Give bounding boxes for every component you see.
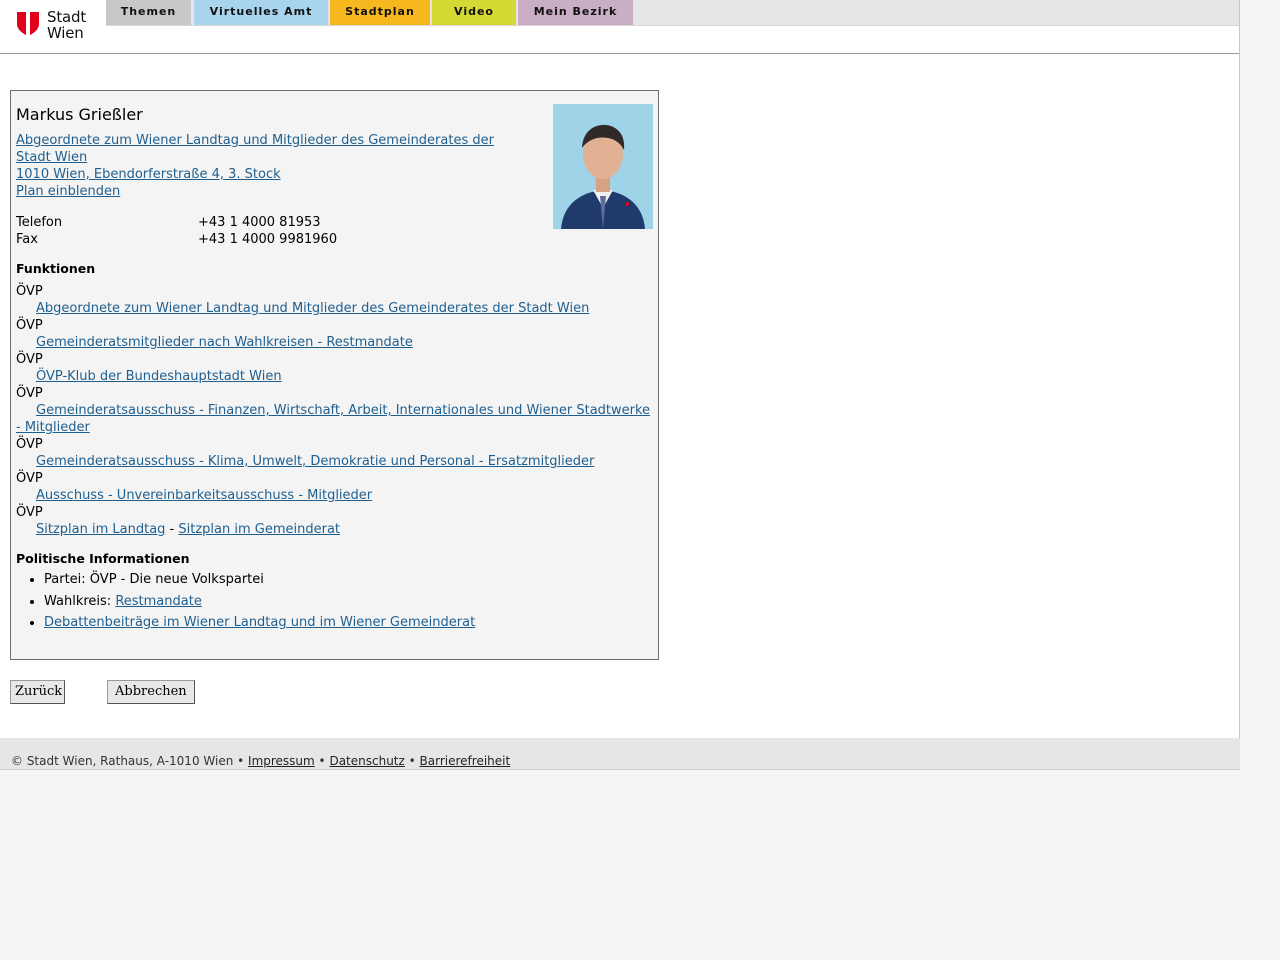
main-navigation: Themen Virtuelles Amt Stadtplan Video Me…: [106, 0, 1239, 26]
cancel-button[interactable]: Abbrechen: [107, 680, 195, 704]
partei-value: ÖVP - Die neue Volkspartei: [89, 572, 264, 587]
function-party: ÖVP: [16, 471, 43, 486]
tab-video[interactable]: Video: [432, 0, 516, 25]
list-item-debatten: Debattenbeiträge im Wiener Landtag und i…: [44, 612, 616, 634]
telefon-value: +43 1 4000 81953: [198, 215, 321, 230]
copyright-text: © Stadt Wien, Rathaus, A-1010 Wien: [11, 754, 234, 768]
sitzplan-landtag-link[interactable]: Sitzplan im Landtag: [36, 522, 165, 537]
list-item-wahlkreis: Wahlkreis: Restmandate: [44, 591, 616, 613]
barrierefreiheit-link[interactable]: Barrierefreiheit: [420, 754, 511, 768]
person-detail-box: Markus Grießler Abgeordnete zum Wiener L…: [10, 90, 659, 660]
political-info-list: Partei: ÖVP - Die neue Volkspartei Wahlk…: [16, 569, 616, 634]
stadt-wien-logo[interactable]: Stadt Wien: [16, 9, 96, 43]
function-link[interactable]: ÖVP-Klub der Bundeshauptstadt Wien: [36, 369, 282, 384]
footer-separator: •: [314, 754, 330, 768]
footer-separator: •: [404, 754, 420, 768]
sitzplan-separator: -: [165, 522, 179, 537]
wahlkreis-link[interactable]: Restmandate: [115, 594, 202, 609]
wien-shield-icon: [17, 12, 39, 35]
site-footer: © Stadt Wien, Rathaus, A-1010 Wien • Imp…: [0, 738, 1240, 770]
site-header: Stadt Wien Themen Virtuelles Amt Stadtpl…: [0, 0, 1239, 54]
impressum-link[interactable]: Impressum: [248, 754, 315, 768]
footer-separator: •: [233, 754, 249, 768]
tab-themen[interactable]: Themen: [106, 0, 191, 25]
person-name: Markus Grießler: [16, 105, 143, 124]
tab-mein-bezirk[interactable]: Mein Bezirk: [518, 0, 633, 25]
footer-text: © Stadt Wien, Rathaus, A-1010 Wien • Imp…: [11, 754, 510, 768]
functions-list: ÖVP Abgeordnete zum Wiener Landtag und M…: [16, 283, 656, 538]
logo-line-2: Wien: [47, 24, 84, 42]
function-link[interactable]: Ausschuss - Unvereinbarkeitsausschuss - …: [36, 488, 372, 503]
function-party: ÖVP: [16, 284, 43, 299]
function-link[interactable]: Gemeinderatsmitglieder nach Wahlkreisen …: [36, 335, 413, 350]
function-party: ÖVP: [16, 386, 43, 401]
person-photo: [553, 104, 653, 229]
sitzplan-gemeinderat-link[interactable]: Sitzplan im Gemeinderat: [178, 522, 340, 537]
debatten-link[interactable]: Debattenbeiträge im Wiener Landtag und i…: [44, 615, 475, 630]
function-link[interactable]: Gemeinderatsausschuss - Klima, Umwelt, D…: [36, 454, 594, 469]
wahlkreis-label: Wahlkreis:: [44, 593, 116, 609]
function-link[interactable]: Gemeinderatsausschuss - Finanzen, Wirtsc…: [16, 403, 650, 435]
sitzplan-links: Sitzplan im Landtag - Sitzplan im Gemein…: [16, 521, 656, 538]
function-link[interactable]: Abgeordnete zum Wiener Landtag und Mitgl…: [36, 301, 589, 316]
datenschutz-link[interactable]: Datenschutz: [329, 754, 404, 768]
tab-stadtplan[interactable]: Stadtplan: [330, 0, 430, 25]
funktionen-heading: Funktionen: [16, 261, 96, 276]
logo-line-1: Stadt: [47, 8, 86, 26]
person-address-block: Abgeordnete zum Wiener Landtag und Mitgl…: [16, 132, 526, 200]
politische-informationen-heading: Politische Informationen: [16, 551, 190, 566]
function-party: ÖVP: [16, 437, 43, 452]
logo-text: Stadt Wien: [47, 9, 86, 41]
list-item-partei: Partei: ÖVP - Die neue Volkspartei: [44, 569, 616, 591]
fax-value: +43 1 4000 9981960: [198, 232, 338, 247]
partei-label: Partei:: [44, 572, 90, 587]
function-party: ÖVP: [16, 352, 43, 367]
fax-label: Fax: [16, 232, 38, 247]
back-button[interactable]: Zurück: [10, 680, 65, 704]
telefon-label: Telefon: [16, 215, 63, 230]
function-party: ÖVP: [16, 505, 43, 520]
role-link[interactable]: Abgeordnete zum Wiener Landtag und Mitgl…: [16, 133, 494, 165]
tab-virtuelles-amt[interactable]: Virtuelles Amt: [194, 0, 328, 25]
plan-einblenden-link[interactable]: Plan einblenden: [16, 184, 120, 199]
address-link[interactable]: 1010 Wien, Ebendorferstraße 4, 3. Stock: [16, 167, 281, 182]
function-party: ÖVP: [16, 318, 43, 333]
